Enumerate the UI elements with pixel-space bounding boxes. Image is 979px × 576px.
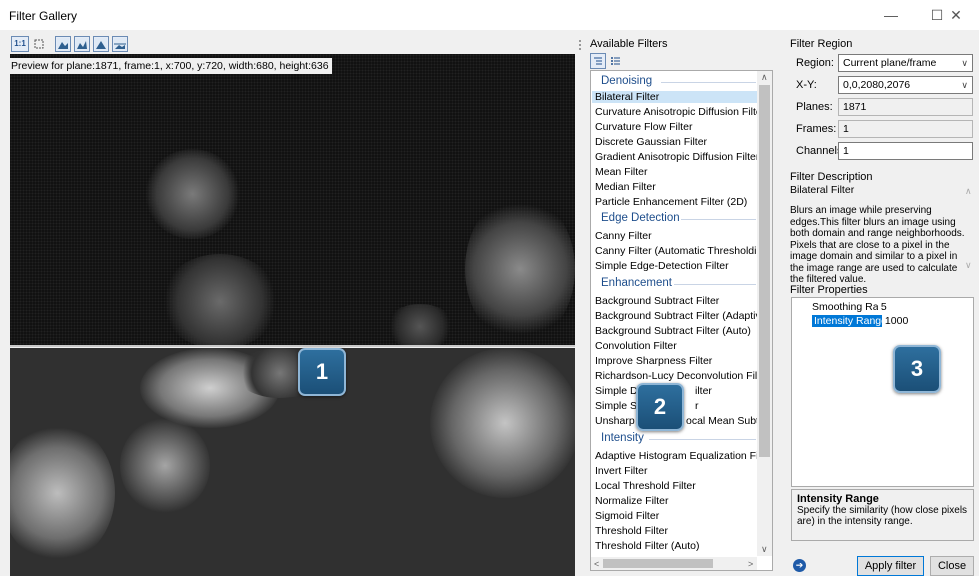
filter-item[interactable]: Background Subtract Filter (Adaptive) (595, 310, 770, 322)
filter-item[interactable]: Threshold Filter (595, 525, 668, 537)
split-divider[interactable] (10, 345, 575, 347)
property-value[interactable]: 5 (881, 301, 887, 313)
close-button[interactable]: Close (930, 556, 974, 576)
preview-caption: Preview for plane:1871, frame:1, x:700, … (8, 58, 332, 74)
filter-description-text: Blurs an image while preserving edges.Th… (790, 205, 965, 285)
available-filters-title: Available Filters (590, 38, 668, 50)
region-dropdown[interactable]: Current plane/frame ∨ (838, 54, 973, 72)
group-header-edge-detection[interactable]: Edge Detection (601, 212, 680, 224)
minimize-button[interactable]: — (868, 0, 914, 30)
property-row[interactable]: Smoothing Radi 5 (812, 301, 887, 313)
group-header-denoising[interactable]: Denoising (601, 75, 652, 87)
filter-region-title: Filter Region (790, 38, 853, 50)
filter-list[interactable]: Denoising Bilateral Filter Curvature Ani… (590, 70, 773, 571)
filter-item[interactable]: Background Subtract Filter (595, 295, 719, 307)
frames-label: Frames: (796, 123, 837, 135)
xy-dropdown[interactable]: 0,0,2080,2076 ∨ (838, 76, 973, 94)
filter-item[interactable]: Discrete Gaussian Filter (595, 136, 707, 148)
filter-item[interactable]: Canny Filter (Automatic Thresholding) (595, 245, 772, 257)
planes-field[interactable]: 1871 (838, 98, 973, 116)
filter-item[interactable]: Canny Filter (595, 230, 652, 242)
callout-badge-2: 2 (636, 383, 684, 431)
chevron-down-icon: ∨ (961, 58, 968, 68)
region-value: Current plane/frame (843, 57, 937, 69)
group-header-intensity[interactable]: Intensity (601, 432, 644, 444)
preview-filtered-image[interactable] (10, 348, 575, 576)
filter-list-hscroll-thumb[interactable] (603, 559, 713, 568)
hint-title: Intensity Range (797, 493, 879, 505)
channels-field[interactable]: 1 (838, 142, 973, 160)
desc-scroll-down-icon[interactable]: ∨ (965, 260, 972, 271)
xy-value: 0,0,2080,2076 (843, 79, 911, 91)
title-bar: Filter Gallery — ☐ ✕ (0, 0, 979, 30)
filter-item[interactable]: Curvature Flow Filter (595, 121, 692, 133)
filter-item[interactable]: Convolution Filter (595, 340, 677, 352)
filter-properties-title: Filter Properties (790, 284, 868, 296)
category-view-icon[interactable] (590, 53, 606, 69)
group-header-enhancement[interactable]: Enhancement (601, 277, 672, 289)
filter-item-bilateral[interactable]: Bilateral Filter (592, 91, 757, 103)
close-window-button[interactable]: ✕ (933, 0, 979, 30)
apply-filter-button[interactable]: Apply filter (857, 556, 924, 576)
filter-item[interactable]: Improve Sharpness Filter (595, 355, 712, 367)
property-key: Smoothing Radi (812, 301, 878, 313)
filter-list-vscroll-thumb[interactable] (759, 85, 770, 457)
planes-label: Planes: (796, 101, 833, 113)
scroll-right-icon[interactable]: > (748, 559, 753, 569)
filter-item[interactable]: Local Threshold Filter (595, 480, 696, 492)
list-view-icon[interactable] (608, 53, 624, 69)
zoom-1to1-button[interactable]: 1:1 (11, 36, 29, 52)
filter-item[interactable]: Particle Enhancement Filter (2D) (595, 196, 747, 208)
region-label: Region: (796, 57, 834, 69)
filter-item-fragment[interactable]: r (695, 400, 699, 412)
help-icon[interactable]: ➔ (793, 559, 806, 572)
filter-item[interactable]: Normalize Filter (595, 495, 669, 507)
filter-item[interactable]: Median Filter (595, 181, 656, 193)
callout-badge-1: 1 (298, 348, 346, 396)
image-view-icon[interactable] (55, 36, 71, 52)
filter-item[interactable]: Mean Filter (595, 166, 648, 178)
fit-icon[interactable] (31, 36, 47, 52)
image-view-2-icon[interactable] (74, 36, 90, 52)
scroll-left-icon[interactable]: < (594, 559, 599, 569)
filter-item[interactable]: Adaptive Histogram Equalization Filter (595, 450, 772, 462)
frames-field[interactable]: 1 (838, 120, 973, 138)
filter-item[interactable]: Gradient Anisotropic Diffusion Filter (595, 151, 759, 163)
property-value[interactable]: 1000 (885, 315, 908, 327)
filter-item[interactable]: Background Subtract Filter (Auto) (595, 325, 751, 337)
window-title: Filter Gallery (9, 9, 78, 23)
filter-description-title: Filter Description (790, 171, 873, 183)
property-row[interactable]: Intensity Range 1000 (812, 315, 908, 327)
xy-label: X-Y: (796, 79, 817, 91)
filter-description-name: Bilateral Filter (790, 184, 855, 196)
image-view-3-icon[interactable] (93, 36, 109, 52)
chevron-down-icon: ∨ (961, 80, 968, 90)
filter-item[interactable]: Invert Filter (595, 465, 648, 477)
filter-item[interactable]: Richardson-Lucy Deconvolution Filter (595, 370, 770, 382)
property-key: Intensity Range (812, 315, 882, 327)
scroll-down-icon[interactable]: ∨ (761, 544, 768, 555)
preview-original-image[interactable] (10, 54, 575, 345)
filter-item[interactable]: Sigmoid Filter (595, 510, 659, 522)
filter-item[interactable]: Simple Edge-Detection Filter (595, 260, 729, 272)
filter-item-fragment[interactable]: ilter (695, 385, 712, 397)
panel-splitter[interactable] (576, 30, 584, 576)
callout-badge-3: 3 (893, 345, 941, 393)
split-view-icon[interactable] (112, 36, 128, 52)
desc-scroll-up-icon[interactable]: ∧ (965, 186, 972, 197)
hint-text: Specify the similarity (how close pixels… (797, 505, 968, 527)
scroll-up-icon[interactable]: ∧ (761, 72, 768, 83)
filter-item[interactable]: Curvature Anisotropic Diffusion Filter (595, 106, 765, 118)
filter-item[interactable]: Threshold Filter (Auto) (595, 540, 699, 552)
filter-properties-grid[interactable]: Smoothing Radi 5 Intensity Range 1000 (791, 297, 974, 487)
property-hint: Intensity Range Specify the similarity (… (791, 489, 974, 541)
